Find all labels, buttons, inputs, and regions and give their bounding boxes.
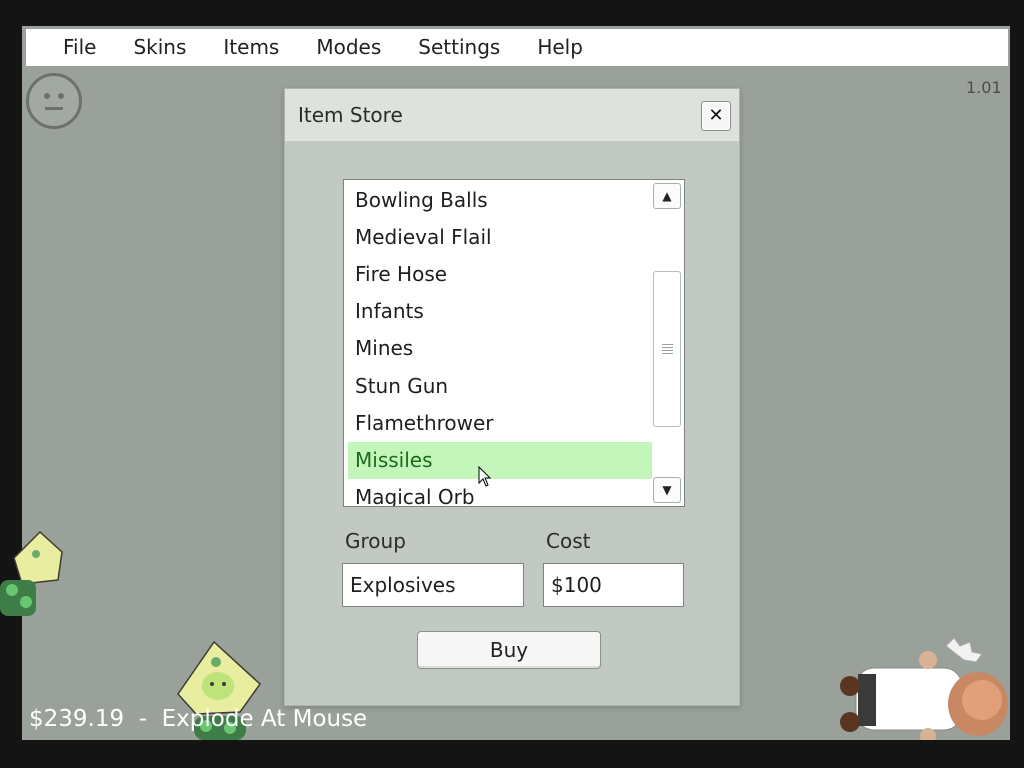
arrow-down-icon: ▼: [662, 483, 672, 497]
item-list[interactable]: Bowling Balls Medieval Flail Fire Hose I…: [343, 179, 685, 507]
dialog-title: Item Store: [298, 103, 403, 127]
cost-field: $100: [543, 563, 684, 607]
group-field: Explosives: [342, 563, 524, 607]
list-item[interactable]: Medieval Flail: [348, 219, 652, 256]
list-item-selected[interactable]: Missiles: [348, 442, 652, 479]
menu-bar: File Skins Items Modes Settings Help: [26, 29, 1008, 66]
grip-line: [662, 347, 673, 348]
menu-help[interactable]: Help: [500, 29, 583, 66]
grip-line: [662, 353, 673, 354]
menu-skins[interactable]: Skins: [96, 29, 186, 66]
close-icon: ✕: [708, 105, 724, 126]
menu-settings[interactable]: Settings: [381, 29, 500, 66]
cost-label: Cost: [546, 529, 591, 553]
character-bottom-right: [840, 637, 1008, 740]
list-item[interactable]: Bowling Balls: [348, 182, 652, 219]
list-item[interactable]: Mines: [348, 330, 652, 367]
mouse-cursor-icon: [478, 466, 492, 487]
character-left-edge: [0, 530, 63, 616]
group-label: Group: [345, 529, 406, 553]
grip-line: [662, 344, 673, 345]
money-status: $239.19 - Explode At Mouse: [29, 706, 368, 732]
dialog-title-bar[interactable]: Item Store ✕: [285, 89, 739, 141]
list-item[interactable]: Fire Hose: [348, 256, 652, 293]
menu-modes[interactable]: Modes: [279, 29, 381, 66]
menu-items[interactable]: Items: [186, 29, 279, 66]
close-button[interactable]: ✕: [701, 101, 731, 131]
item-store-dialog: Item Store ✕ Bowling Balls Medieval Flai…: [284, 88, 740, 706]
neutral-face-icon: [26, 73, 82, 129]
arrow-up-icon: ▲: [662, 189, 672, 203]
grip-line: [662, 350, 673, 351]
menu-file[interactable]: File: [26, 29, 96, 66]
scroll-down-button[interactable]: ▼: [653, 477, 681, 503]
scroll-up-button[interactable]: ▲: [653, 183, 681, 209]
list-item[interactable]: Stun Gun: [348, 368, 652, 405]
list-item[interactable]: Flamethrower: [348, 405, 652, 442]
list-item[interactable]: Infants: [348, 293, 652, 330]
list-item[interactable]: Magical Orb: [348, 479, 652, 506]
list-scrollbar[interactable]: ▲ ▼: [653, 183, 681, 503]
scroll-thumb[interactable]: [653, 271, 681, 427]
version-label: 1.01: [966, 78, 1002, 97]
buy-button[interactable]: Buy: [417, 631, 601, 669]
